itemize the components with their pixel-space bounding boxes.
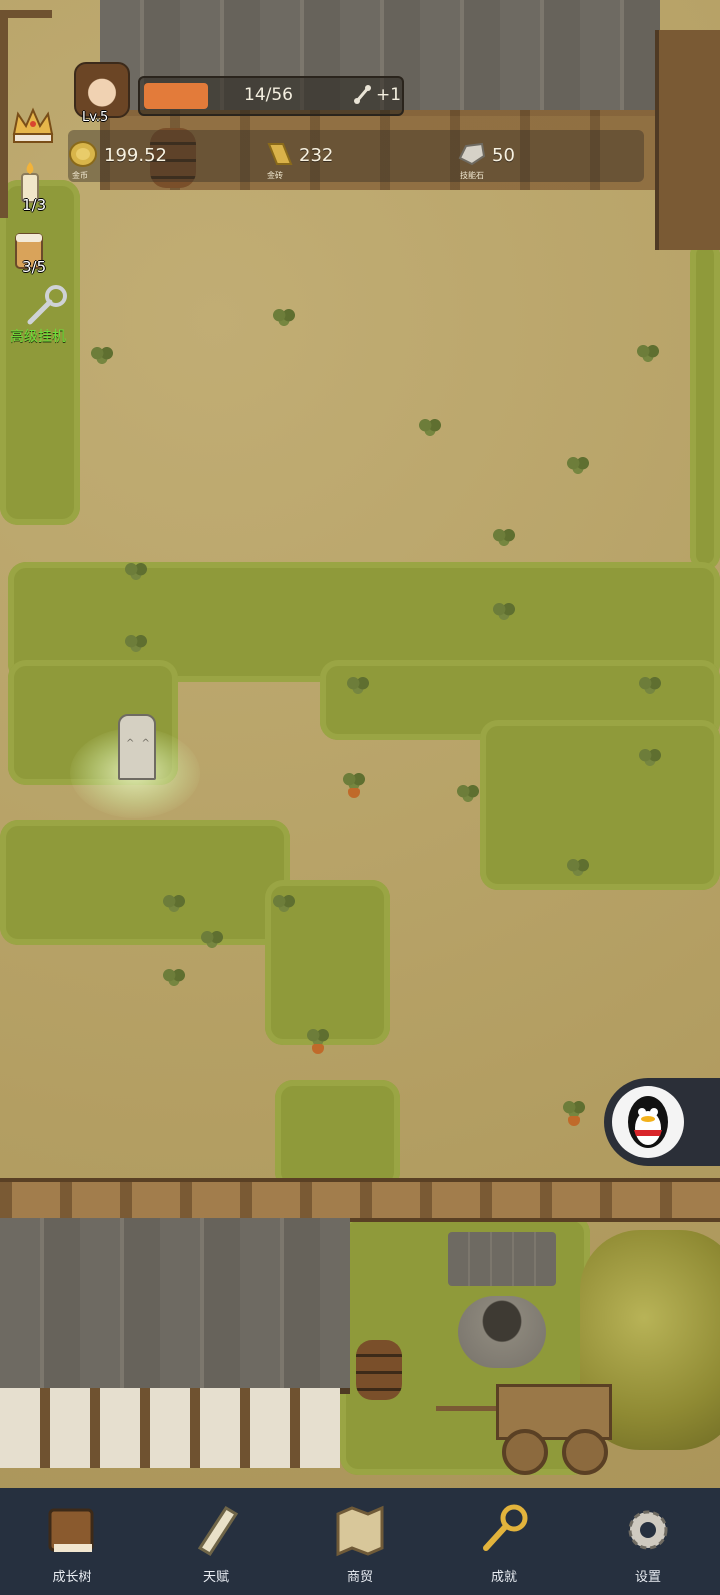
weed-plant[interactable] (120, 628, 152, 656)
cart-wheel (502, 1429, 548, 1475)
nav-growth-tree[interactable]: 成长树 (0, 1488, 144, 1595)
weed-plant[interactable] (86, 340, 118, 368)
key-icon (483, 1504, 528, 1551)
carrot-plant[interactable] (338, 766, 370, 798)
xp-bonus: +1 (376, 85, 402, 105)
xp-text: 14/56 (244, 85, 293, 105)
weed-plant[interactable] (414, 412, 446, 440)
bottom-navigation: 成长树 天赋 商贸 成就 设置 (0, 1488, 720, 1595)
wrench-key-icon (27, 285, 67, 325)
weed-plant[interactable] (634, 670, 666, 698)
well-roof (448, 1232, 556, 1286)
wooden-cart (436, 1384, 612, 1475)
gold-coin-value: 199.52 (104, 145, 167, 166)
weed-plant[interactable] (268, 302, 300, 330)
game-scene: ^ ^ (0, 0, 720, 1595)
cottage-wall (0, 1388, 340, 1468)
weed-plant[interactable] (452, 778, 484, 806)
qq-penguin-icon (612, 1086, 684, 1158)
grass-patch (0, 820, 290, 945)
gold-brick-caption: 金砖 (267, 171, 283, 180)
weed-plant[interactable] (634, 742, 666, 770)
weed-plant[interactable] (562, 852, 594, 880)
skill-stone-icon (458, 142, 486, 166)
bone-icon (354, 85, 371, 104)
weed-plant[interactable] (196, 924, 228, 952)
map-icon (336, 1505, 384, 1557)
carrot-plant[interactable] (302, 1022, 334, 1054)
nav-achievement[interactable]: 成就 (432, 1488, 576, 1595)
gold-brick-icon (267, 143, 293, 165)
tombstone-face: ^ ^ (126, 738, 152, 749)
nav-trade[interactable]: 商贸 (288, 1488, 432, 1595)
xp-fill (144, 83, 208, 109)
crown-button[interactable] (10, 104, 70, 150)
skill-stone-value: 50 (492, 145, 515, 166)
candle-count: 1/3 (22, 196, 47, 214)
cottage-roof (0, 1218, 350, 1394)
skill-stone-caption: 技能石 (460, 171, 484, 180)
book-icon (48, 1508, 94, 1552)
shed-wall (655, 30, 720, 250)
stone-well[interactable] (448, 1232, 556, 1372)
grass-patch (480, 720, 720, 890)
crown-icon (12, 107, 54, 143)
resource-gold-coin: 199.52 金币 (68, 130, 258, 182)
resource-gold-brick: 232 金砖 (263, 130, 453, 182)
idle-mode-button[interactable]: 高级挂机 (10, 284, 70, 346)
gold-brick-value: 232 (299, 145, 334, 166)
nav-talent-label: 天赋 (202, 1570, 229, 1585)
player-level: Lv.5 (82, 110, 109, 125)
gold-coin-caption: 金币 (72, 171, 88, 180)
tombstone-character[interactable]: ^ ^ (118, 714, 156, 780)
gear-icon (628, 1510, 668, 1550)
carrot-plant[interactable] (558, 1094, 590, 1126)
player-avatar[interactable]: Lv.5 (70, 62, 130, 125)
weed-plant[interactable] (158, 962, 190, 990)
weed-plant[interactable] (488, 522, 520, 550)
nav-achievement-label: 成就 (490, 1570, 517, 1585)
nav-settings-label: 设置 (634, 1570, 661, 1585)
nav-trade-label: 商贸 (346, 1570, 373, 1585)
barrel (356, 1340, 402, 1400)
xp-bar: 14/56 +1 (138, 76, 404, 116)
resource-skill-stone: 50 技能石 (456, 130, 644, 182)
wooden-fence (0, 1178, 720, 1222)
weed-plant[interactable] (632, 338, 664, 366)
grass-patch (275, 1080, 400, 1190)
scroll-icon (197, 1505, 239, 1557)
nav-growth-tree-label: 成长树 (52, 1570, 92, 1585)
well-stone (458, 1296, 546, 1368)
weed-plant[interactable] (488, 596, 520, 624)
resource-bar: 199.52 金币 232 金砖 50 技能石 (68, 130, 644, 182)
beer-button[interactable]: 3/5 (10, 228, 70, 284)
cart-wheel (562, 1429, 608, 1475)
weed-plant[interactable] (562, 450, 594, 478)
candle-button[interactable]: 1/3 (10, 160, 70, 220)
gold-coin-icon (69, 141, 97, 167)
weed-plant[interactable] (120, 556, 152, 584)
idle-mode-label: 高级挂机 (10, 329, 66, 345)
grass-patch (690, 240, 720, 570)
weed-plant[interactable] (342, 670, 374, 698)
weed-plant[interactable] (158, 888, 190, 916)
weed-plant[interactable] (268, 888, 300, 916)
qq-float-button[interactable] (604, 1078, 720, 1166)
nav-settings[interactable]: 设置 (576, 1488, 720, 1595)
nav-talent[interactable]: 天赋 (144, 1488, 288, 1595)
beer-count: 3/5 (22, 258, 47, 276)
